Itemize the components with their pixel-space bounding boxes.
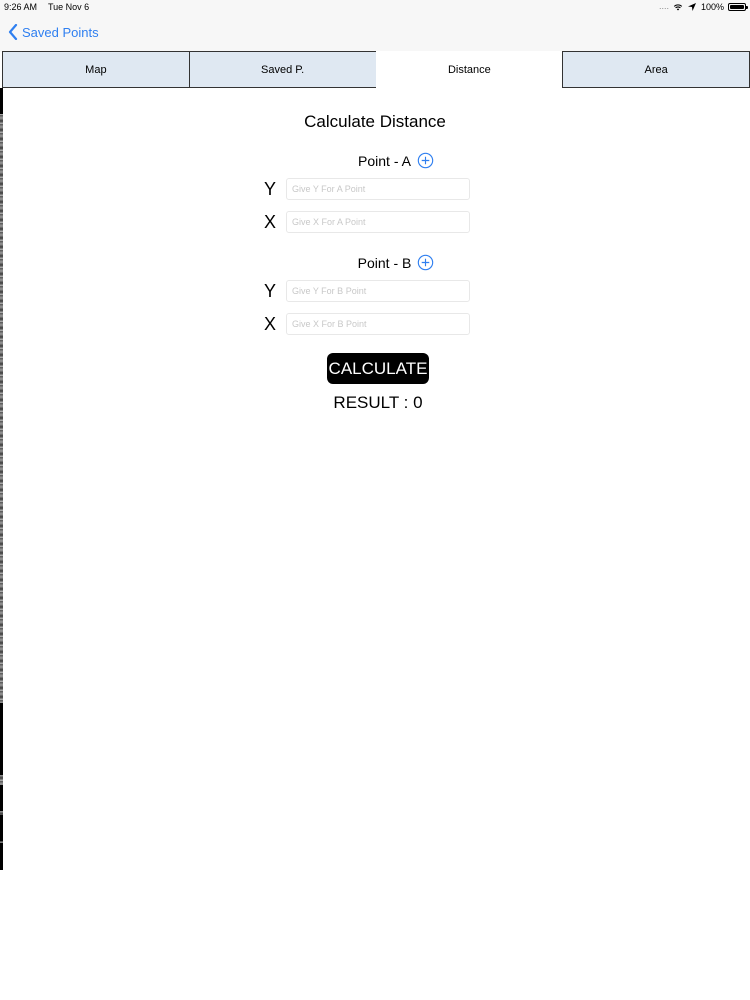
tab-distance[interactable]: Distance: [375, 51, 563, 88]
status-date: Tue Nov 6: [48, 2, 90, 12]
point-b-header: Point - B: [0, 254, 750, 271]
chevron-left-icon: [8, 24, 18, 40]
point-a-y-input[interactable]: [286, 178, 470, 200]
status-bar: 9:26 AM Tue Nov 6 .... 100%: [0, 0, 750, 14]
point-b-x-label: X: [264, 313, 277, 334]
point-b-x-row: X: [264, 313, 470, 335]
navigation-bar: Saved Points: [0, 14, 750, 52]
point-a-y-label: Y: [264, 178, 277, 199]
point-b-x-input[interactable]: [286, 313, 470, 335]
tab-map[interactable]: Map: [2, 51, 189, 88]
point-a-header: Point - A: [0, 152, 750, 169]
point-b-y-input[interactable]: [286, 280, 470, 302]
cellular-signal-icon: ....: [658, 1, 669, 11]
location-arrow-icon: [687, 2, 696, 11]
point-a-label: Point - A: [358, 152, 411, 169]
point-a-y-row: Y: [264, 178, 470, 200]
status-indicators: .... 100%: [658, 1, 748, 12]
tab-saved-points[interactable]: Saved P.: [188, 51, 376, 88]
add-point-a-icon[interactable]: [417, 152, 434, 169]
battery-icon: [728, 2, 748, 11]
battery-percent: 100%: [700, 1, 724, 12]
result-text: RESULT : 0: [333, 393, 423, 412]
wifi-icon: [673, 3, 683, 10]
calculate-button[interactable]: CALCULATE: [327, 353, 429, 384]
add-point-b-icon[interactable]: [417, 254, 434, 271]
back-button[interactable]: Saved Points: [8, 24, 99, 40]
status-time: 9:26 AM: [4, 2, 38, 12]
point-b-y-row: Y: [264, 280, 470, 302]
distance-calculator: Calculate Distance Point - A Y X Point -…: [0, 88, 750, 1000]
back-button-label: Saved Points: [22, 24, 99, 40]
point-b-label: Point - B: [357, 254, 412, 271]
point-a-x-input[interactable]: [286, 211, 470, 233]
page-title: Calculate Distance: [304, 112, 446, 131]
segment-tab-bar: Map Saved P. Distance Area: [2, 51, 750, 88]
tab-area[interactable]: Area: [562, 51, 750, 88]
point-a-x-label: X: [264, 211, 277, 232]
point-b-y-label: Y: [264, 280, 277, 301]
point-a-x-row: X: [264, 211, 470, 233]
